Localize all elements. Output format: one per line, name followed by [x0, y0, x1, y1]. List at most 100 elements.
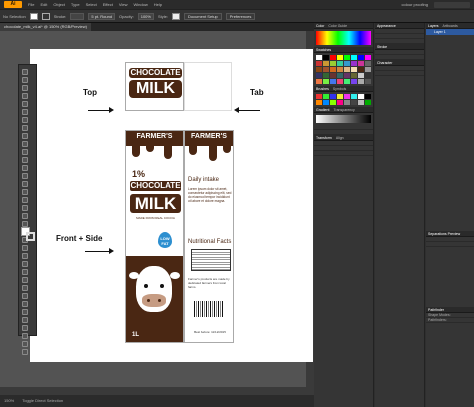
tool-icon[interactable]: [22, 165, 28, 171]
brush-swatch[interactable]: [337, 94, 343, 99]
document-setup-button[interactable]: Document Setup: [183, 12, 222, 20]
color-swatch[interactable]: [316, 73, 322, 78]
brush-swatch[interactable]: [316, 94, 322, 99]
color-swatch[interactable]: [351, 79, 357, 84]
color-swatch[interactable]: [358, 61, 364, 66]
color-swatch[interactable]: [344, 79, 350, 84]
color-swatch[interactable]: [316, 67, 322, 72]
tool-icon[interactable]: [22, 325, 28, 331]
color-swatch[interactable]: [344, 55, 350, 60]
color-swatch[interactable]: [337, 67, 343, 72]
color-swatch[interactable]: [365, 73, 371, 78]
tool-icon[interactable]: [22, 213, 28, 219]
transparency-label[interactable]: Transparency: [333, 107, 354, 112]
color-swatch[interactable]: [351, 67, 357, 72]
color-swatch[interactable]: [337, 55, 343, 60]
color-swatch[interactable]: [330, 67, 336, 72]
brush-swatch[interactable]: [344, 94, 350, 99]
tab-color[interactable]: Color: [316, 23, 324, 28]
brush-swatch[interactable]: [330, 94, 336, 99]
fill-stroke-widget[interactable]: [21, 227, 35, 241]
gradient-label[interactable]: Gradient: [316, 107, 329, 112]
tab-layers[interactable]: Layers: [428, 23, 439, 28]
swatch-grid[interactable]: [314, 53, 373, 86]
color-swatch[interactable]: [344, 61, 350, 66]
menu-item[interactable]: Window: [133, 2, 147, 7]
color-swatch[interactable]: [330, 61, 336, 66]
color-swatch[interactable]: [351, 55, 357, 60]
package-side-panel[interactable]: FARMER'S Daily intake Lorem ipsum dolor …: [184, 130, 234, 343]
style-swatch[interactable]: [171, 12, 180, 20]
color-spectrum[interactable]: [316, 31, 371, 45]
brush-swatch[interactable]: [337, 100, 343, 105]
brush-swatch[interactable]: [358, 100, 364, 105]
menu-item[interactable]: Type: [71, 2, 80, 7]
menu-item[interactable]: Select: [86, 2, 97, 7]
color-swatch[interactable]: [365, 55, 371, 60]
tool-icon[interactable]: [22, 93, 28, 99]
tool-icon[interactable]: [22, 109, 28, 115]
brush-swatch[interactable]: [316, 100, 322, 105]
opacity-field[interactable]: 100%: [137, 12, 154, 20]
color-swatch[interactable]: [337, 73, 343, 78]
tool-icon[interactable]: [22, 85, 28, 91]
tool-icon[interactable]: [22, 333, 28, 339]
color-panel-tabs[interactable]: Color Color Guide: [314, 23, 373, 29]
gradient-slider[interactable]: [316, 115, 371, 123]
brush-grid[interactable]: [314, 92, 373, 107]
workspace-label[interactable]: colour proofing: [402, 2, 428, 7]
color-swatch[interactable]: [365, 67, 371, 72]
color-swatch[interactable]: [323, 67, 329, 72]
color-swatch[interactable]: [316, 79, 322, 84]
brush-swatch[interactable]: [365, 100, 371, 105]
tool-icon[interactable]: [22, 293, 28, 299]
preferences-button[interactable]: Preferences: [225, 12, 256, 20]
color-swatch[interactable]: [316, 55, 322, 60]
document-tab[interactable]: chocolate_milk_v4.ai* @ 150% (RGB/Previe…: [0, 23, 91, 31]
gradient-tab[interactable]: Gradient Transparency: [314, 107, 373, 113]
tool-icon[interactable]: [22, 309, 28, 315]
color-swatch[interactable]: [358, 73, 364, 78]
color-swatch[interactable]: [337, 61, 343, 66]
separations-label[interactable]: Separations Preview: [428, 231, 460, 236]
tool-icon[interactable]: [22, 149, 28, 155]
color-swatch[interactable]: [323, 73, 329, 78]
stroke-box[interactable]: [26, 232, 35, 241]
tool-icon[interactable]: [22, 349, 28, 355]
tool-icon[interactable]: [22, 197, 28, 203]
tool-icon[interactable]: [22, 205, 28, 211]
color-swatch[interactable]: [330, 79, 336, 84]
menu-item[interactable]: Edit: [40, 2, 47, 7]
menu-item[interactable]: File: [28, 2, 34, 7]
tool-icon[interactable]: [22, 157, 28, 163]
pathfinder-label[interactable]: Pathfinder: [428, 307, 444, 312]
color-swatch[interactable]: [358, 67, 364, 72]
stroke-panel-label[interactable]: Stroke: [377, 44, 387, 49]
tool-icon[interactable]: [22, 141, 28, 147]
color-swatch[interactable]: [351, 61, 357, 66]
workspace-switcher[interactable]: colour proofing: [402, 1, 470, 8]
color-swatch[interactable]: [323, 79, 329, 84]
color-swatch[interactable]: [330, 73, 336, 78]
menu-item[interactable]: Object: [53, 2, 65, 7]
color-swatch[interactable]: [323, 55, 329, 60]
color-swatch[interactable]: [365, 79, 371, 84]
tool-icon[interactable]: [22, 69, 28, 75]
tool-icon[interactable]: [22, 269, 28, 275]
brush-swatch[interactable]: [351, 94, 357, 99]
tool-icon[interactable]: [22, 181, 28, 187]
brushes-label[interactable]: Brushes: [316, 86, 329, 91]
brush-swatch[interactable]: [330, 100, 336, 105]
tool-icon[interactable]: [22, 77, 28, 83]
appearance-label[interactable]: Appearance: [377, 23, 396, 28]
menu-item[interactable]: Effect: [103, 2, 113, 7]
tool-icon[interactable]: [22, 125, 28, 131]
color-swatch[interactable]: [344, 67, 350, 72]
align-label[interactable]: Align: [336, 135, 344, 140]
color-swatch[interactable]: [365, 61, 371, 66]
menu-item[interactable]: View: [119, 2, 128, 7]
tool-icon[interactable]: [22, 173, 28, 179]
menu-item[interactable]: Help: [154, 2, 162, 7]
character-label[interactable]: Character: [377, 60, 392, 65]
swatches-label[interactable]: Swatches: [316, 47, 331, 52]
